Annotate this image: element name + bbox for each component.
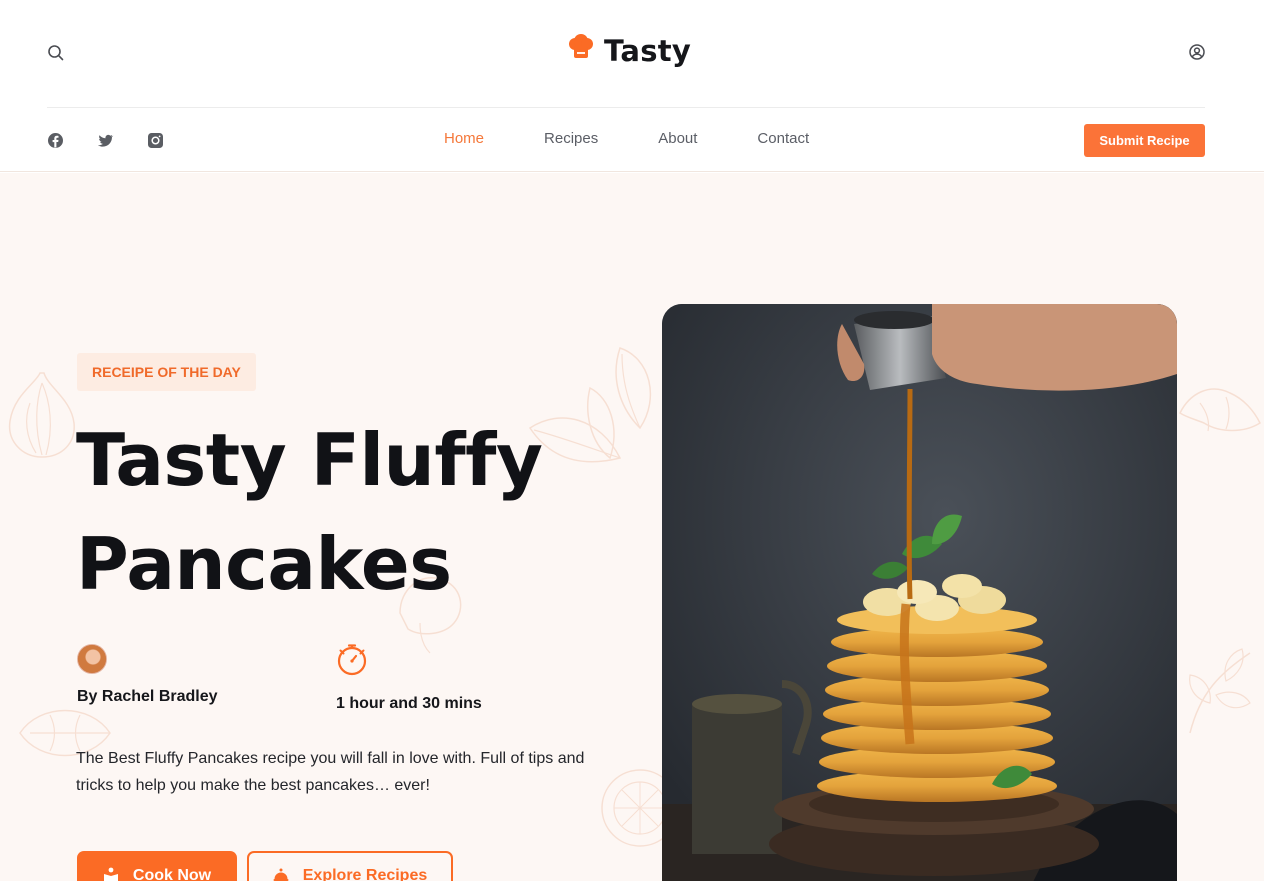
recipe-of-the-day-badge: RECEIPE OF THE DAY [77,353,256,391]
hero-section: RECEIPE OF THE DAY Tasty Fluffy Pancakes… [0,173,1264,881]
user-account-icon[interactable] [1188,43,1206,61]
hero-title-line-1: Tasty Fluffy [76,418,543,502]
recipe-book-icon [103,866,119,881]
stopwatch-icon [336,644,370,681]
explore-recipes-button[interactable]: Explore Recipes [247,851,453,881]
submit-recipe-button[interactable]: Submit Recipe [1084,124,1205,157]
recipe-description: The Best Fluffy Pancakes recipe you will… [76,750,585,794]
hero-title: Tasty Fluffy Pancakes [76,408,636,616]
ginger-illustration-icon [1179,388,1261,432]
brand-name: Tasty [604,33,692,68]
cook-now-button[interactable]: Cook Now [77,851,237,881]
twitter-icon[interactable] [97,132,114,149]
search-icon[interactable] [47,44,65,62]
top-header: Tasty [0,0,1264,107]
facebook-icon[interactable] [47,132,64,149]
duration-text: 1 hour and 30 mins [336,695,482,712]
chef-hat-icon [566,33,596,68]
pancakes-photo [662,304,1177,881]
nav-about[interactable]: About [658,130,697,148]
nav-recipes[interactable]: Recipes [544,130,598,148]
author-avatar [77,644,107,674]
cloche-icon [273,866,289,881]
nav-home[interactable]: Home [444,130,484,148]
cook-now-label: Cook Now [132,867,212,881]
nav-contact[interactable]: Contact [757,130,809,148]
brand-logo[interactable]: Tasty [566,33,691,68]
explore-recipes-label: Explore Recipes [302,867,428,881]
main-navbar: Home Recipes About Contact Submit Recipe [0,108,1264,172]
hero-title-line-2: Pancakes [76,522,452,606]
recipe-author: By Rachel Bradley [77,644,218,706]
author-name: By Rachel Bradley [77,688,218,705]
recipe-duration: 1 hour and 30 mins [336,643,482,713]
nav-links: Home Recipes About Contact [444,130,869,148]
herb-illustration-icon [1189,648,1251,734]
instagram-icon[interactable] [147,132,164,149]
